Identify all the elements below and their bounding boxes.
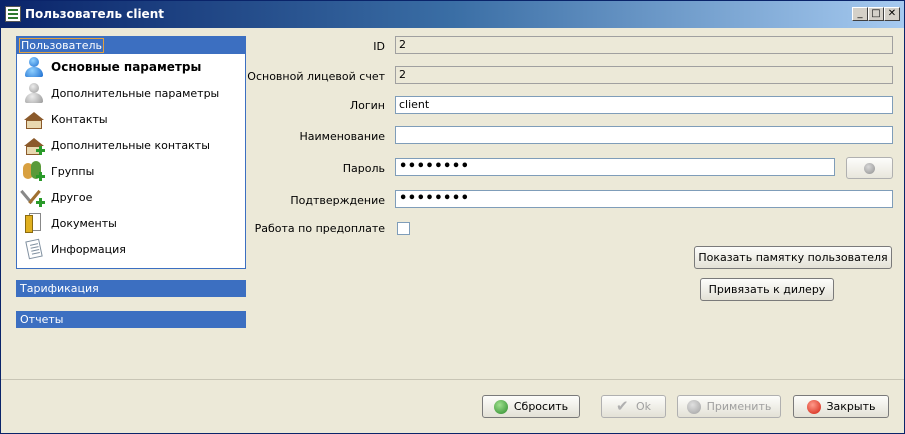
id-field: 2 — [395, 36, 893, 54]
window-title: Пользователь client — [25, 7, 164, 21]
nav-item-label: Документы — [51, 216, 117, 230]
prepay-checkbox[interactable] — [397, 222, 410, 235]
confirm-input[interactable]: •••••••• — [395, 190, 893, 208]
id-label: ID — [373, 40, 385, 53]
title-bar[interactable]: Пользователь client _ □ ✕ — [1, 1, 904, 28]
close-label: Закрыть — [826, 400, 876, 413]
maximize-button[interactable]: □ — [868, 7, 884, 21]
password-label: Пароль — [342, 162, 385, 175]
reset-label: Сбросить — [513, 400, 569, 413]
info-sheet-icon — [23, 238, 45, 260]
documents-icon — [23, 213, 45, 233]
nav-item-label: Информация — [51, 242, 126, 256]
nav-section-tariffs[interactable]: Тарификация — [16, 280, 246, 297]
close-icon — [806, 399, 821, 414]
bind-dealer-button[interactable]: Привязать к дилеру — [700, 278, 834, 301]
name-input[interactable] — [395, 126, 893, 144]
group-add-icon — [23, 161, 45, 181]
account-field: 2 — [395, 66, 893, 84]
login-label: Логин — [349, 99, 385, 112]
login-input[interactable]: client — [395, 96, 893, 114]
prepay-label: Работа по предоплате — [254, 222, 385, 235]
app-icon — [5, 6, 21, 22]
nav-item-label: Другое — [51, 190, 93, 204]
generate-password-button[interactable] — [846, 157, 893, 179]
account-label: Основной лицевой счет — [247, 70, 385, 83]
check-icon — [616, 397, 630, 415]
show-memo-button[interactable]: Показать памятку пользователя — [694, 246, 892, 269]
nav-item-info[interactable]: Информация — [17, 236, 245, 262]
circle-icon — [864, 163, 875, 174]
house-icon — [23, 109, 45, 129]
nav-item-label: Основные параметры — [51, 60, 202, 74]
house-add-icon — [23, 135, 45, 155]
footer-divider — [1, 379, 904, 380]
minimize-button[interactable]: _ — [852, 7, 868, 21]
nav-item-label: Контакты — [51, 112, 108, 126]
apply-button[interactable]: Применить — [677, 395, 781, 418]
nav-section-reports[interactable]: Отчеты — [16, 311, 246, 328]
apply-icon — [686, 399, 701, 414]
nav-header-label: Пользователь — [19, 38, 105, 53]
user-blue-icon — [23, 57, 45, 77]
user-dialog-window: Пользователь client _ □ ✕ Пользователь О… — [0, 0, 905, 434]
name-label: Наименование — [299, 130, 385, 143]
reset-button[interactable]: Сбросить — [482, 395, 580, 418]
nav-item-label: Группы — [51, 164, 95, 178]
nav-item-label: Дополнительные параметры — [51, 86, 220, 100]
tools-add-icon — [20, 187, 45, 207]
close-button[interactable]: Закрыть — [793, 395, 889, 418]
ok-label: Ok — [635, 400, 652, 413]
apply-label: Применить — [706, 400, 772, 413]
confirm-label: Подтверждение — [290, 194, 385, 207]
reset-icon — [493, 399, 508, 414]
ok-button[interactable]: Ok — [601, 395, 666, 418]
password-input[interactable]: •••••••• — [395, 158, 835, 176]
close-window-button[interactable]: ✕ — [884, 7, 900, 21]
user-grey-icon — [23, 83, 45, 103]
